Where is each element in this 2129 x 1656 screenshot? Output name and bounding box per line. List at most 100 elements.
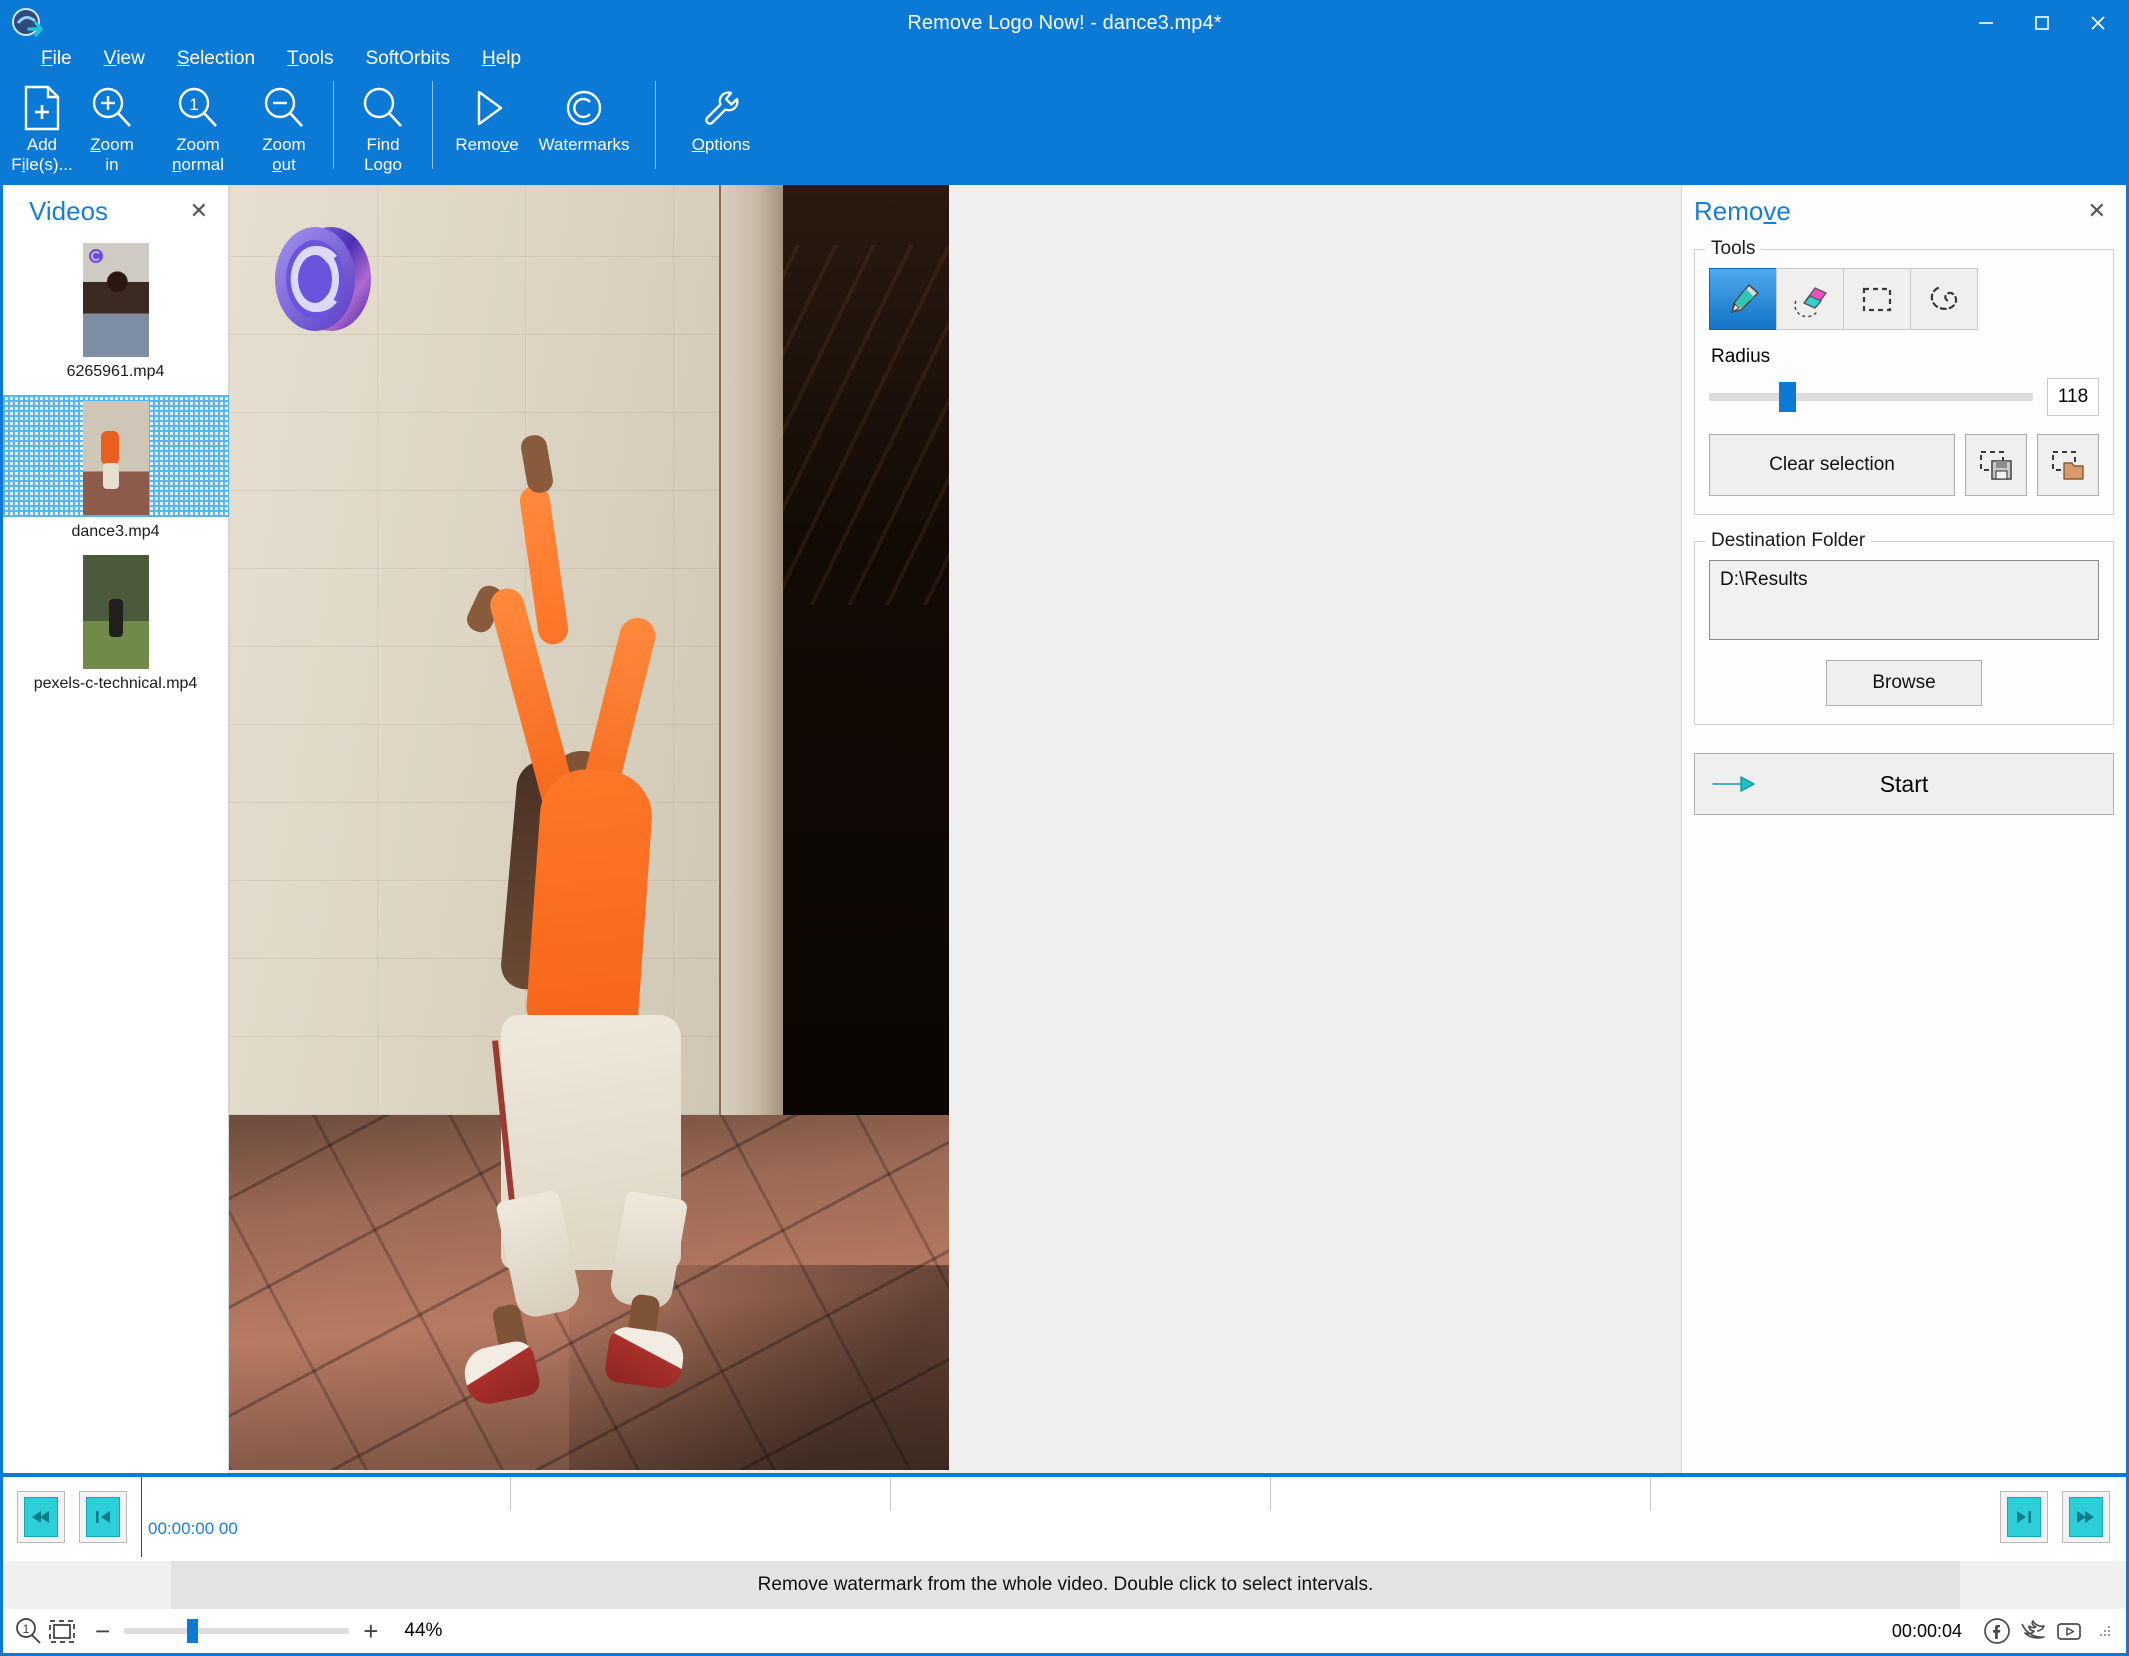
toolbar-find-logo-label: Find Logo [364,135,402,174]
toolbar-separator-3 [655,81,656,169]
radius-row: 118 [1709,378,2099,416]
title-bar: Remove Logo Now! - dance3.mp4* [3,3,2126,43]
video-thumbnail [82,243,149,357]
menu-file[interactable]: File [25,43,88,75]
eraser-tool-button[interactable] [1776,268,1844,330]
menu-bar: File View Selection Tools SoftOrbits Hel… [3,43,2126,75]
video-duration-label: 00:00:04 [1891,1620,1962,1641]
toolbar-zoom-normal-button[interactable]: 1 Zoom normal [150,75,246,175]
videos-panel-header: Videos ✕ [3,185,228,237]
remove-panel: Remove ✕ Tools Radius 118 Clear selectio… [1681,185,2126,1473]
copyright-3d-watermark-icon [275,227,371,331]
lasso-select-tool-button[interactable] [1910,268,1978,330]
fit-to-window-icon[interactable] [47,1616,77,1646]
step-forward-button[interactable] [2000,1491,2048,1543]
dark-background-detail [783,245,949,605]
menu-tools[interactable]: Tools [271,43,349,75]
svg-text:1: 1 [189,95,198,114]
browse-button[interactable]: Browse [1826,660,1982,706]
minimize-button[interactable] [1958,3,2014,43]
video-list-item[interactable]: pexels-c-technical.mp4 [3,549,228,701]
close-button[interactable] [2070,3,2126,43]
toolbar: Add File(s)... Zoom in 1 Zoom normal Zoo… [3,75,2126,185]
arrow-right-icon [1712,776,1755,792]
zoom-slider-thumb[interactable] [186,1619,198,1643]
save-selection-button[interactable] [1965,434,2027,496]
menu-softorbits[interactable]: SoftOrbits [349,43,465,75]
video-canvas-area[interactable] [229,185,1681,1473]
video-list-item[interactable]: 6265961.mp4 [3,237,228,389]
skip-to-start-button[interactable] [17,1491,65,1543]
zoom-in-button[interactable]: + [363,1616,378,1647]
destination-path-input[interactable]: D:\Results [1709,560,2099,640]
status-bar-left-pad [3,1561,171,1609]
radius-value-box[interactable]: 118 [2047,378,2099,416]
video-frame[interactable] [229,185,949,1470]
dashed-rectangle-icon [1862,287,1892,312]
toolbar-separator-1 [333,81,334,169]
maximize-button[interactable] [2014,3,2070,43]
destination-folder-group: Destination Folder D:\Results Browse [1694,530,2114,725]
timeline-track[interactable]: 00:00:00 00 [141,1477,1986,1557]
start-button[interactable]: Start [1694,753,2114,815]
radius-label: Radius [1711,346,1771,367]
videos-panel: Videos ✕ 6265961.mp4 dance3.mp4 pexels-c… [3,185,229,1473]
toolbar-zoom-out-button[interactable]: Zoom out [252,75,316,175]
menu-help[interactable]: Help [466,43,537,75]
twitter-icon[interactable] [2018,1616,2048,1646]
wrench-icon [698,81,744,135]
radius-slider[interactable] [1709,382,2033,412]
toolbar-zoom-out-label: Zoom out [262,135,306,174]
facebook-icon[interactable] [1982,1616,2012,1646]
timeline-tick [1650,1477,1651,1511]
videos-panel-title: Videos [29,195,109,226]
toolbar-remove-button[interactable]: Remove [450,75,524,155]
toolbar-separator-2 [432,81,433,169]
toolbar-add-files-button[interactable]: Add File(s)... [10,75,74,175]
remove-panel-close-icon[interactable]: ✕ [2082,196,2112,226]
resize-grip-icon[interactable] [2098,1624,2112,1638]
start-button-label: Start [1879,770,1929,797]
toolbar-watermarks-button[interactable]: Watermarks [530,75,638,155]
timeline-tick [510,1477,511,1511]
youtube-icon[interactable] [2054,1616,2084,1646]
video-list-item-selected[interactable]: dance3.mp4 [3,389,229,549]
toolbar-options-label: Options [691,135,751,154]
window-title: Remove Logo Now! - dance3.mp4* [907,11,1222,34]
tools-group: Tools Radius 118 Clear selection [1694,238,2114,515]
toolbar-zoom-normal-label: Zoom normal [172,135,224,174]
open-selection-button[interactable] [2037,434,2099,496]
timeline-current-time: 00:00:00 00 [148,1519,238,1538]
status-message: Remove watermark from the whole video. D… [171,1561,1960,1609]
open-selection-icon [2052,451,2084,480]
videos-panel-close-icon[interactable]: ✕ [184,196,214,226]
rectangle-select-tool-button[interactable] [1843,268,1911,330]
skip-to-end-button[interactable] [2062,1491,2110,1543]
step-forward-icon [2007,1497,2041,1537]
zoom-in-icon [89,81,135,135]
marker-pen-tool-button[interactable] [1709,268,1777,330]
video-thumbnail [82,555,149,669]
dancer-torso [524,766,656,1036]
timeline-bar: 00:00:00 00 [3,1473,2126,1557]
menu-view[interactable]: View [88,43,161,75]
toolbar-zoom-in-button[interactable]: Zoom in [80,75,144,175]
wall-column [719,185,783,1115]
radius-slider-thumb[interactable] [1778,382,1796,412]
zoom-out-button[interactable]: − [95,1616,110,1647]
toolbar-find-logo-button[interactable]: Find Logo [351,75,415,175]
step-back-button[interactable] [79,1491,127,1543]
application-window: Remove Logo Now! - dance3.mp4* File View… [0,0,2129,1656]
remove-panel-title: Remove [1694,195,1791,226]
menu-selection[interactable]: Selection [161,43,271,75]
clear-selection-button[interactable]: Clear selection [1709,434,1955,496]
toolbar-options-button[interactable]: Options [673,75,769,155]
selection-actions-row: Clear selection [1709,434,2099,496]
tools-row [1709,268,2099,330]
zoom-one-icon[interactable]: 1 [13,1616,43,1646]
zoom-slider[interactable] [124,1619,350,1643]
zoom-out-icon [261,81,307,135]
zoom-percent-label: 44% [404,1620,443,1641]
zoom-one-icon: 1 [175,81,221,135]
destination-folder-label: Destination Folder [1705,530,1872,552]
